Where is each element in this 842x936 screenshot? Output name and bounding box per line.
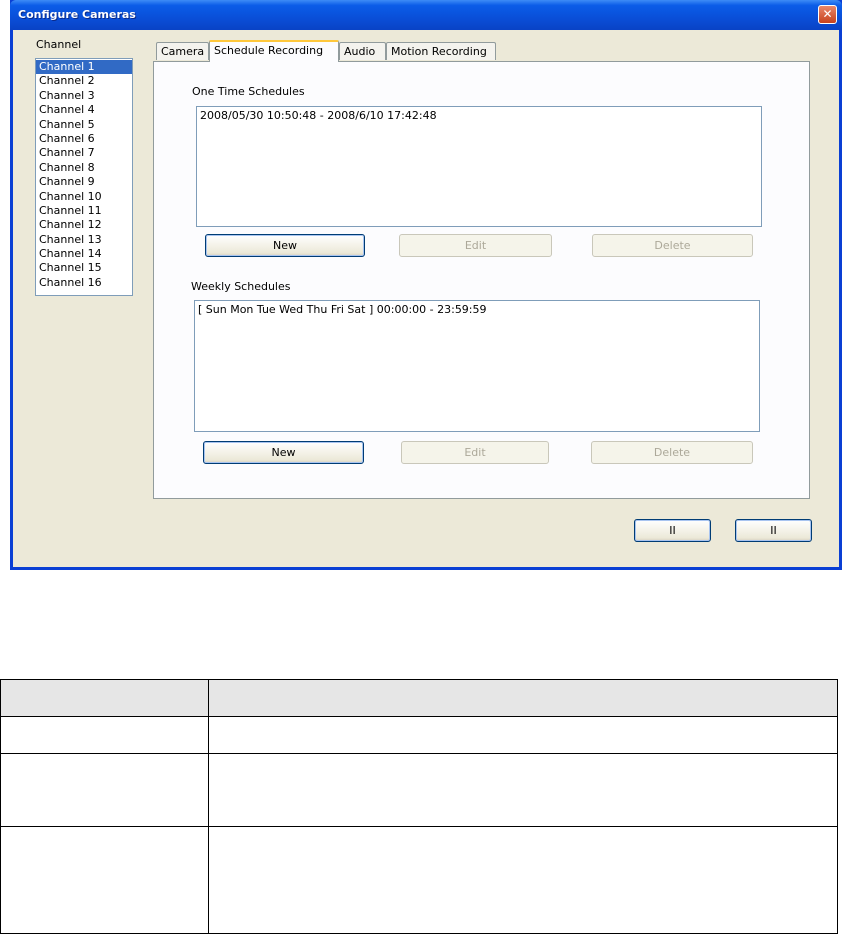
one-time-schedules-list[interactable]: 2008/05/30 10:50:48 - 2008/6/10 17:42:48 — [196, 106, 762, 227]
channel-list-item[interactable]: Channel 10 — [36, 190, 132, 204]
channel-list-item[interactable]: Channel 14 — [36, 247, 132, 261]
tab-motion-recording[interactable]: Motion Recording — [386, 42, 496, 60]
table-cell — [0, 753, 209, 827]
channel-label: Channel — [36, 38, 82, 51]
table-row — [0, 753, 838, 827]
table-cell — [0, 826, 209, 934]
channel-list-item[interactable]: Channel 15 — [36, 261, 132, 275]
table-cell — [208, 753, 838, 827]
ok-button[interactable]: II — [634, 519, 711, 542]
channel-list[interactable]: Channel 1 Channel 2 Channel 3 Channel 4 Chan… — [35, 58, 133, 296]
title-bar[interactable]: Configure Cameras ✕ — [10, 0, 842, 30]
schedule-recording-panel: One Time Schedules 2008/05/30 10:50:48 -… — [153, 61, 810, 499]
channel-list-item[interactable]: Channel 9 — [36, 175, 132, 189]
channel-list-item[interactable]: Channel 2 — [36, 74, 132, 88]
cancel-button[interactable]: II — [735, 519, 812, 542]
one-time-edit-button[interactable]: Edit — [399, 234, 552, 257]
channel-list-item[interactable]: Channel 6 — [36, 132, 132, 146]
channel-list-item[interactable]: Channel 5 — [36, 118, 132, 132]
weekly-delete-button[interactable]: Delete — [591, 441, 753, 464]
channel-list-item[interactable]: Channel 8 — [36, 161, 132, 175]
channel-list-item[interactable]: Channel 4 — [36, 103, 132, 117]
channel-list-item[interactable]: Channel 1 — [36, 60, 132, 75]
channel-list-item[interactable]: Channel 12 — [36, 218, 132, 232]
description-table — [0, 679, 838, 934]
tab-audio[interactable]: Audio — [339, 42, 386, 60]
channel-list-item[interactable]: Channel 3 — [36, 89, 132, 103]
table-row — [0, 716, 838, 754]
one-time-delete-button[interactable]: Delete — [592, 234, 753, 257]
channel-list-item[interactable]: Channel 16 — [36, 276, 132, 290]
channel-list-item[interactable]: Channel 11 — [36, 204, 132, 218]
one-time-new-button[interactable]: New — [205, 234, 365, 257]
configure-cameras-window: Configure Cameras ✕ Channel Channel 1 Cha… — [10, 0, 842, 570]
table-header-row — [0, 679, 838, 717]
table-cell — [208, 716, 838, 754]
tab-camera[interactable]: Camera — [156, 42, 209, 60]
table-header-cell — [208, 679, 838, 717]
weekly-schedules-list[interactable]: [ Sun Mon Tue Wed Thu Fri Sat ] 00:00:00… — [194, 300, 760, 432]
weekly-new-button[interactable]: New — [203, 441, 364, 464]
schedule-list-item[interactable]: 2008/05/30 10:50:48 - 2008/6/10 17:42:48 — [200, 109, 758, 122]
table-cell — [208, 826, 838, 934]
channel-list-item[interactable]: Channel 7 — [36, 146, 132, 160]
one-time-schedules-label: One Time Schedules — [192, 85, 305, 98]
table-header-cell — [0, 679, 209, 717]
close-icon[interactable]: ✕ — [818, 5, 837, 24]
weekly-schedules-label: Weekly Schedules — [191, 280, 291, 293]
tab-schedule-recording[interactable]: Schedule Recording — [209, 40, 339, 62]
weekly-edit-button[interactable]: Edit — [401, 441, 549, 464]
table-cell — [0, 716, 209, 754]
channel-list-item[interactable]: Channel 13 — [36, 233, 132, 247]
table-row — [0, 826, 838, 934]
dialog-client-area: Channel Channel 1 Channel 2 Channel 3 Chann… — [13, 30, 839, 567]
schedule-list-item[interactable]: [ Sun Mon Tue Wed Thu Fri Sat ] 00:00:00… — [198, 303, 756, 316]
window-title: Configure Cameras — [18, 8, 136, 21]
